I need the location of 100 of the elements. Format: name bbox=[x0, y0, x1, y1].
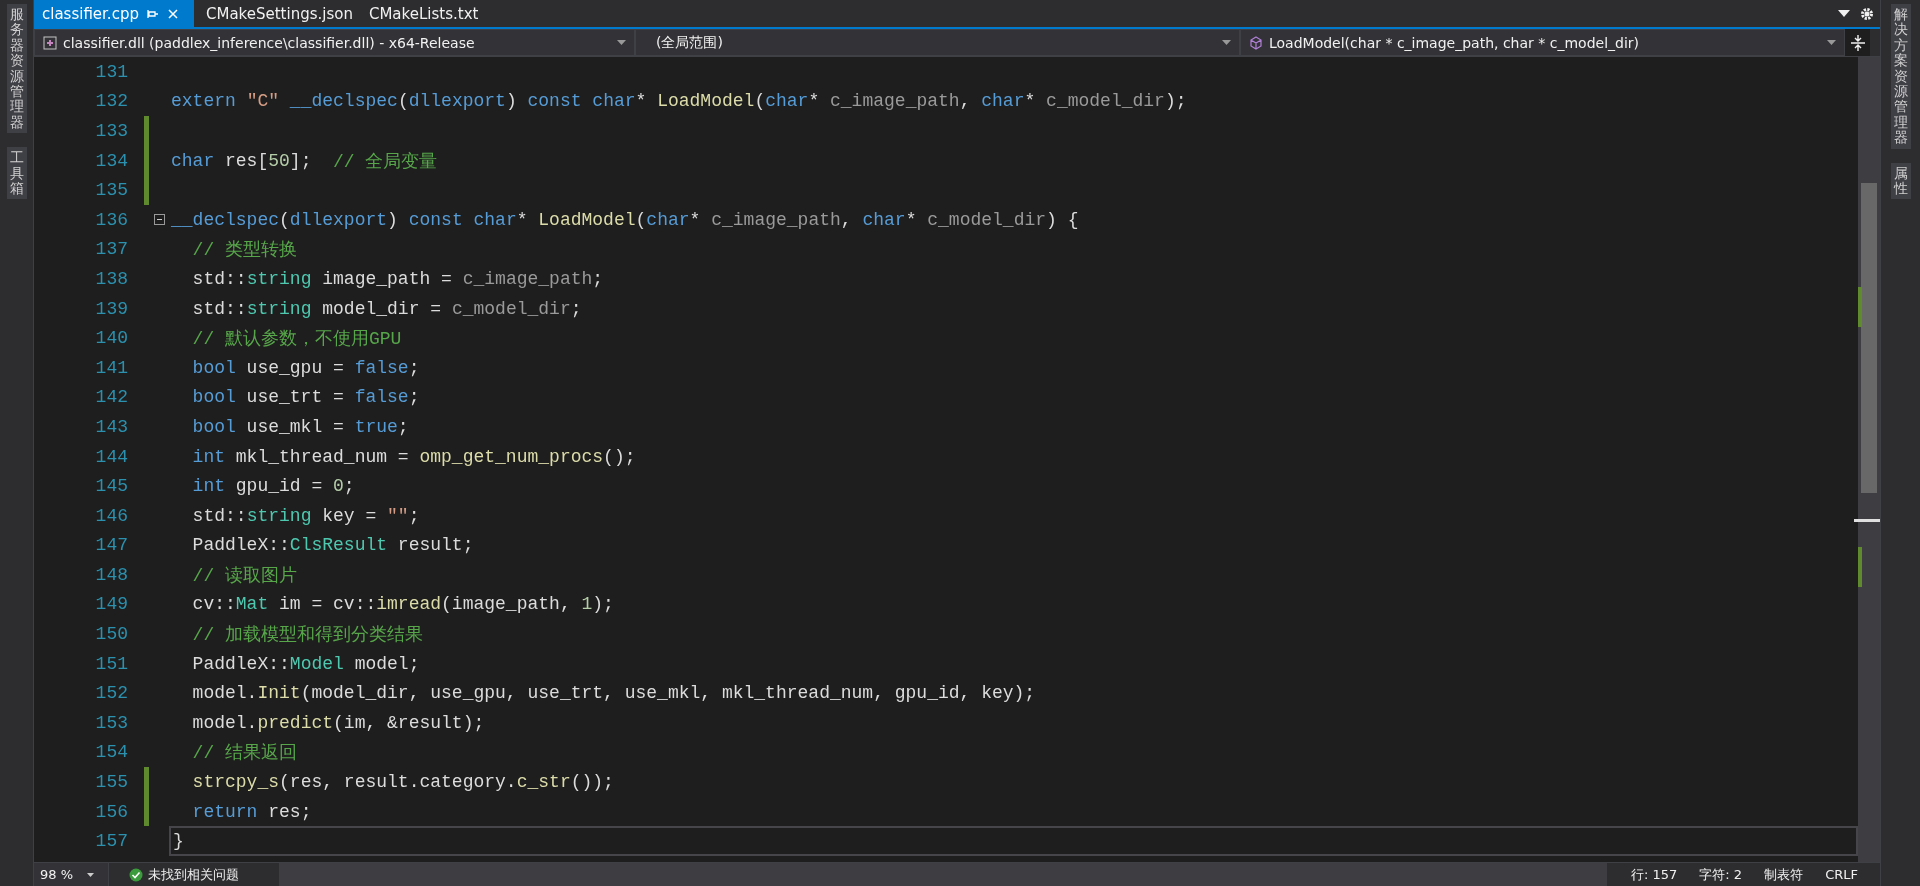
code-token: use_gpu = bbox=[245, 357, 345, 378]
split-window-icon[interactable] bbox=[1850, 34, 1865, 51]
code-token: result; bbox=[396, 535, 474, 556]
code-token: ; bbox=[408, 387, 420, 408]
code-token: // 类型转换 bbox=[191, 239, 297, 262]
line-number: 137 bbox=[94, 239, 129, 260]
code-token: // 默认参数，不使用GPU bbox=[191, 328, 402, 351]
line-number: 142 bbox=[94, 387, 129, 408]
code-token: , bbox=[840, 209, 853, 230]
code-token: int bbox=[191, 446, 225, 467]
code-token: c_model_dir bbox=[927, 209, 1047, 230]
settings-icon[interactable] bbox=[1860, 6, 1874, 21]
code-token: res[ bbox=[224, 150, 269, 171]
char-indicator[interactable]: 字符: 2 bbox=[1699, 865, 1743, 884]
code-token: Init bbox=[257, 683, 301, 704]
code-token: ; bbox=[570, 298, 582, 319]
code-token: key = bbox=[321, 505, 378, 526]
dropdown-arrow-icon bbox=[87, 872, 95, 877]
project-icon bbox=[43, 35, 57, 50]
member-dropdown[interactable]: LoadModel(char * c_image_path, char * c_model_dir) bbox=[1240, 29, 1845, 56]
line-number: 136 bbox=[94, 209, 129, 230]
code-token: ) bbox=[387, 209, 399, 230]
code-token: model; bbox=[353, 653, 420, 674]
tool-window-tab[interactable]: 属性 bbox=[1890, 162, 1911, 200]
code-token: (im, &result); bbox=[333, 712, 485, 733]
code-token: ) bbox=[505, 91, 518, 112]
code-token: * bbox=[808, 91, 821, 112]
line-number: 145 bbox=[94, 476, 129, 497]
dropdown-arrow-icon bbox=[1827, 40, 1836, 45]
line-number: 132 bbox=[94, 91, 129, 112]
code-token: * bbox=[1024, 91, 1037, 112]
line-number: 156 bbox=[94, 801, 129, 822]
code-token: ; bbox=[408, 505, 420, 526]
collapse-icon[interactable] bbox=[153, 214, 165, 226]
code-token: ); bbox=[592, 594, 614, 615]
code-token: omp_get_num_procs bbox=[419, 446, 604, 467]
code-token: 1 bbox=[581, 594, 593, 615]
check-circle-icon bbox=[129, 867, 143, 882]
cube-icon bbox=[1249, 35, 1263, 50]
close-icon[interactable] bbox=[166, 7, 179, 20]
code-token: c_image_path bbox=[830, 91, 960, 112]
code-token: // 全局变量 bbox=[333, 150, 438, 173]
code-token: ( bbox=[397, 91, 409, 112]
indent-indicator[interactable]: 制表符 bbox=[1764, 865, 1804, 884]
code-token: ; bbox=[592, 268, 604, 289]
code-token: // 加载模型和得到分类结果 bbox=[191, 624, 423, 647]
code-token: return bbox=[191, 801, 258, 822]
dropdown-arrow-icon bbox=[617, 40, 626, 45]
code-token: use_mkl = bbox=[245, 416, 345, 437]
code-token: true bbox=[354, 416, 398, 437]
line-ending-indicator[interactable]: CRLF bbox=[1825, 867, 1858, 882]
tool-window-tab[interactable]: 解决方案资源管理器 bbox=[1890, 4, 1911, 149]
code-token: dllexport bbox=[289, 209, 388, 230]
dropdown-arrow-icon bbox=[1222, 40, 1231, 45]
line-number: 134 bbox=[94, 150, 129, 171]
code-token: Mat bbox=[235, 594, 269, 615]
line-number: 148 bbox=[94, 564, 129, 585]
line-number: 139 bbox=[94, 298, 129, 319]
code-token: c_model_dir bbox=[1046, 91, 1165, 112]
line-number: 155 bbox=[94, 772, 129, 793]
line-number: 141 bbox=[94, 357, 129, 378]
line-number: 146 bbox=[94, 505, 129, 526]
code-token: 0 bbox=[333, 476, 344, 497]
code-token: // 结果返回 bbox=[191, 742, 297, 765]
code-token: char bbox=[981, 91, 1025, 112]
code-token: ; bbox=[408, 357, 420, 378]
code-token: image_path = bbox=[321, 268, 453, 289]
horizontal-scrollbar[interactable] bbox=[279, 863, 1608, 886]
document-tab[interactable]: CMakeLists.txt bbox=[360, 0, 521, 27]
code-token: LoadModel bbox=[538, 209, 636, 230]
line-indicator[interactable]: 行: 157 bbox=[1631, 865, 1678, 884]
code-token: im = cv:: bbox=[278, 594, 377, 615]
code-token: dllexport bbox=[408, 91, 506, 112]
code-token: string bbox=[246, 298, 312, 319]
line-number: 144 bbox=[94, 446, 129, 467]
document-tab[interactable]: CMakeSettings.json bbox=[198, 0, 361, 27]
code-token: string bbox=[246, 505, 312, 526]
code-token: "C" bbox=[246, 91, 281, 112]
code-token: char bbox=[765, 91, 809, 112]
code-token: false bbox=[354, 387, 409, 408]
code-token: extern bbox=[171, 91, 237, 112]
line-number: 133 bbox=[94, 121, 129, 141]
pin-icon[interactable] bbox=[146, 7, 159, 20]
code-token: string bbox=[246, 268, 312, 289]
code-token: ()); bbox=[570, 772, 614, 793]
line-number: 138 bbox=[94, 268, 129, 289]
tool-window-tab[interactable]: 工具箱 bbox=[6, 147, 27, 200]
document-tab[interactable]: classifier.cpp bbox=[34, 0, 194, 27]
code-token: ) { bbox=[1046, 209, 1079, 230]
code-token: __declspec bbox=[171, 209, 280, 230]
project-dropdown[interactable]: classifier.dll (paddlex_inference\classifier.dll) - x64-Release bbox=[34, 29, 635, 56]
line-number: 152 bbox=[94, 683, 129, 704]
scope-dropdown[interactable]: (全局范围) bbox=[635, 29, 1240, 56]
code-token: char bbox=[171, 150, 215, 171]
issues-indicator[interactable]: 未找到相关问题 bbox=[109, 865, 279, 884]
code-token: std:: bbox=[191, 505, 247, 526]
code-token: std:: bbox=[191, 268, 247, 289]
tool-window-tab[interactable]: 服务器资源管理器 bbox=[6, 4, 27, 134]
zoom-dropdown[interactable]: 98 % bbox=[34, 863, 109, 886]
dropdown-arrow-icon[interactable] bbox=[1838, 9, 1850, 18]
